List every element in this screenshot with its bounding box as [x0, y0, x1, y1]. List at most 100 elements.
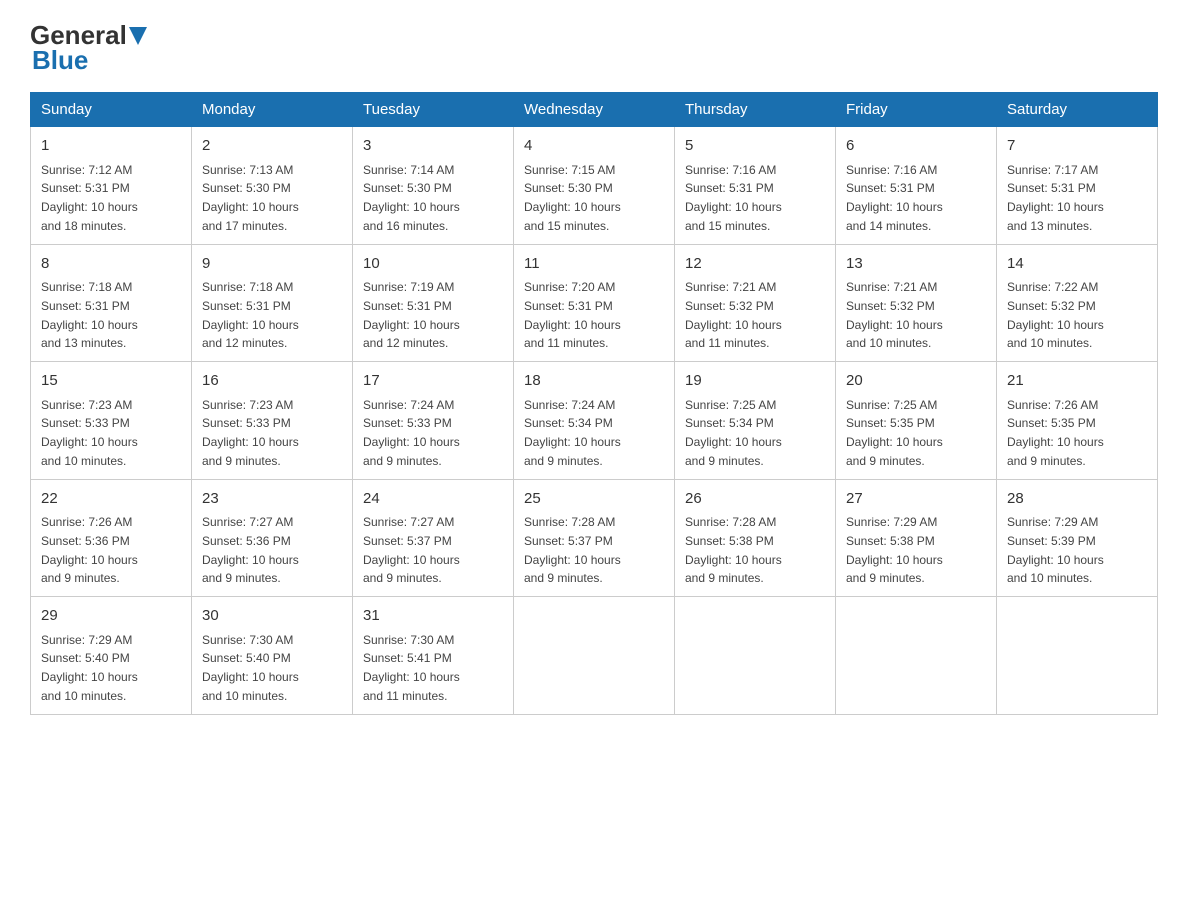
- calendar-day-cell: [514, 597, 675, 715]
- calendar-day-cell: 18 Sunrise: 7:24 AMSunset: 5:34 PMDaylig…: [514, 362, 675, 480]
- calendar-day-cell: 5 Sunrise: 7:16 AMSunset: 5:31 PMDayligh…: [675, 127, 836, 245]
- day-info: Sunrise: 7:24 AMSunset: 5:33 PMDaylight:…: [363, 398, 460, 468]
- day-info: Sunrise: 7:29 AMSunset: 5:38 PMDaylight:…: [846, 515, 943, 585]
- day-number: 28: [1007, 488, 1147, 511]
- day-info: Sunrise: 7:23 AMSunset: 5:33 PMDaylight:…: [41, 398, 138, 468]
- day-info: Sunrise: 7:21 AMSunset: 5:32 PMDaylight:…: [846, 280, 943, 350]
- day-number: 27: [846, 488, 986, 511]
- calendar-day-cell: 3 Sunrise: 7:14 AMSunset: 5:30 PMDayligh…: [353, 127, 514, 245]
- calendar-day-cell: 2 Sunrise: 7:13 AMSunset: 5:30 PMDayligh…: [192, 127, 353, 245]
- weekday-header-tuesday: Tuesday: [353, 93, 514, 127]
- calendar-day-cell: 20 Sunrise: 7:25 AMSunset: 5:35 PMDaylig…: [836, 362, 997, 480]
- calendar-day-cell: 25 Sunrise: 7:28 AMSunset: 5:37 PMDaylig…: [514, 479, 675, 597]
- day-number: 1: [41, 135, 181, 158]
- day-info: Sunrise: 7:26 AMSunset: 5:35 PMDaylight:…: [1007, 398, 1104, 468]
- day-info: Sunrise: 7:26 AMSunset: 5:36 PMDaylight:…: [41, 515, 138, 585]
- day-info: Sunrise: 7:22 AMSunset: 5:32 PMDaylight:…: [1007, 280, 1104, 350]
- day-number: 19: [685, 370, 825, 393]
- day-info: Sunrise: 7:23 AMSunset: 5:33 PMDaylight:…: [202, 398, 299, 468]
- day-info: Sunrise: 7:29 AMSunset: 5:40 PMDaylight:…: [41, 633, 138, 703]
- day-info: Sunrise: 7:27 AMSunset: 5:37 PMDaylight:…: [363, 515, 460, 585]
- day-number: 10: [363, 253, 503, 276]
- calendar-day-cell: [675, 597, 836, 715]
- weekday-header-row: SundayMondayTuesdayWednesdayThursdayFrid…: [31, 93, 1158, 127]
- day-info: Sunrise: 7:18 AMSunset: 5:31 PMDaylight:…: [41, 280, 138, 350]
- day-number: 20: [846, 370, 986, 393]
- day-number: 16: [202, 370, 342, 393]
- calendar-day-cell: 8 Sunrise: 7:18 AMSunset: 5:31 PMDayligh…: [31, 244, 192, 362]
- day-info: Sunrise: 7:18 AMSunset: 5:31 PMDaylight:…: [202, 280, 299, 350]
- calendar-week-row: 15 Sunrise: 7:23 AMSunset: 5:33 PMDaylig…: [31, 362, 1158, 480]
- logo-triangle-icon: [129, 27, 147, 45]
- calendar-day-cell: 13 Sunrise: 7:21 AMSunset: 5:32 PMDaylig…: [836, 244, 997, 362]
- calendar-week-row: 22 Sunrise: 7:26 AMSunset: 5:36 PMDaylig…: [31, 479, 1158, 597]
- day-info: Sunrise: 7:17 AMSunset: 5:31 PMDaylight:…: [1007, 163, 1104, 233]
- day-info: Sunrise: 7:27 AMSunset: 5:36 PMDaylight:…: [202, 515, 299, 585]
- calendar-day-cell: 11 Sunrise: 7:20 AMSunset: 5:31 PMDaylig…: [514, 244, 675, 362]
- day-info: Sunrise: 7:21 AMSunset: 5:32 PMDaylight:…: [685, 280, 782, 350]
- calendar-day-cell: 28 Sunrise: 7:29 AMSunset: 5:39 PMDaylig…: [997, 479, 1158, 597]
- day-info: Sunrise: 7:16 AMSunset: 5:31 PMDaylight:…: [846, 163, 943, 233]
- calendar-day-cell: 10 Sunrise: 7:19 AMSunset: 5:31 PMDaylig…: [353, 244, 514, 362]
- calendar-table: SundayMondayTuesdayWednesdayThursdayFrid…: [30, 92, 1158, 715]
- day-number: 6: [846, 135, 986, 158]
- day-info: Sunrise: 7:16 AMSunset: 5:31 PMDaylight:…: [685, 163, 782, 233]
- day-info: Sunrise: 7:30 AMSunset: 5:40 PMDaylight:…: [202, 633, 299, 703]
- calendar-day-cell: 29 Sunrise: 7:29 AMSunset: 5:40 PMDaylig…: [31, 597, 192, 715]
- day-number: 25: [524, 488, 664, 511]
- calendar-week-row: 29 Sunrise: 7:29 AMSunset: 5:40 PMDaylig…: [31, 597, 1158, 715]
- page-header: General Blue: [30, 20, 1158, 76]
- day-number: 18: [524, 370, 664, 393]
- calendar-day-cell: 16 Sunrise: 7:23 AMSunset: 5:33 PMDaylig…: [192, 362, 353, 480]
- calendar-day-cell: 17 Sunrise: 7:24 AMSunset: 5:33 PMDaylig…: [353, 362, 514, 480]
- calendar-day-cell: [836, 597, 997, 715]
- day-number: 9: [202, 253, 342, 276]
- calendar-day-cell: 9 Sunrise: 7:18 AMSunset: 5:31 PMDayligh…: [192, 244, 353, 362]
- calendar-day-cell: 4 Sunrise: 7:15 AMSunset: 5:30 PMDayligh…: [514, 127, 675, 245]
- calendar-day-cell: 22 Sunrise: 7:26 AMSunset: 5:36 PMDaylig…: [31, 479, 192, 597]
- calendar-day-cell: 26 Sunrise: 7:28 AMSunset: 5:38 PMDaylig…: [675, 479, 836, 597]
- day-info: Sunrise: 7:12 AMSunset: 5:31 PMDaylight:…: [41, 163, 138, 233]
- calendar-day-cell: 7 Sunrise: 7:17 AMSunset: 5:31 PMDayligh…: [997, 127, 1158, 245]
- calendar-day-cell: 6 Sunrise: 7:16 AMSunset: 5:31 PMDayligh…: [836, 127, 997, 245]
- day-number: 5: [685, 135, 825, 158]
- day-number: 12: [685, 253, 825, 276]
- weekday-header-thursday: Thursday: [675, 93, 836, 127]
- day-info: Sunrise: 7:25 AMSunset: 5:35 PMDaylight:…: [846, 398, 943, 468]
- day-info: Sunrise: 7:28 AMSunset: 5:38 PMDaylight:…: [685, 515, 782, 585]
- day-info: Sunrise: 7:25 AMSunset: 5:34 PMDaylight:…: [685, 398, 782, 468]
- day-number: 31: [363, 605, 503, 628]
- day-info: Sunrise: 7:15 AMSunset: 5:30 PMDaylight:…: [524, 163, 621, 233]
- day-number: 7: [1007, 135, 1147, 158]
- day-info: Sunrise: 7:29 AMSunset: 5:39 PMDaylight:…: [1007, 515, 1104, 585]
- calendar-day-cell: [997, 597, 1158, 715]
- day-number: 14: [1007, 253, 1147, 276]
- day-info: Sunrise: 7:14 AMSunset: 5:30 PMDaylight:…: [363, 163, 460, 233]
- day-number: 30: [202, 605, 342, 628]
- day-number: 23: [202, 488, 342, 511]
- logo: General Blue: [30, 20, 147, 76]
- calendar-day-cell: 19 Sunrise: 7:25 AMSunset: 5:34 PMDaylig…: [675, 362, 836, 480]
- weekday-header-wednesday: Wednesday: [514, 93, 675, 127]
- day-number: 29: [41, 605, 181, 628]
- weekday-header-friday: Friday: [836, 93, 997, 127]
- day-info: Sunrise: 7:20 AMSunset: 5:31 PMDaylight:…: [524, 280, 621, 350]
- calendar-day-cell: 21 Sunrise: 7:26 AMSunset: 5:35 PMDaylig…: [997, 362, 1158, 480]
- calendar-day-cell: 27 Sunrise: 7:29 AMSunset: 5:38 PMDaylig…: [836, 479, 997, 597]
- day-number: 2: [202, 135, 342, 158]
- day-number: 17: [363, 370, 503, 393]
- day-info: Sunrise: 7:30 AMSunset: 5:41 PMDaylight:…: [363, 633, 460, 703]
- calendar-day-cell: 24 Sunrise: 7:27 AMSunset: 5:37 PMDaylig…: [353, 479, 514, 597]
- calendar-day-cell: 15 Sunrise: 7:23 AMSunset: 5:33 PMDaylig…: [31, 362, 192, 480]
- day-number: 22: [41, 488, 181, 511]
- day-number: 8: [41, 253, 181, 276]
- calendar-day-cell: 31 Sunrise: 7:30 AMSunset: 5:41 PMDaylig…: [353, 597, 514, 715]
- day-number: 26: [685, 488, 825, 511]
- weekday-header-saturday: Saturday: [997, 93, 1158, 127]
- day-number: 3: [363, 135, 503, 158]
- logo-blue-text: Blue: [30, 45, 88, 76]
- day-number: 4: [524, 135, 664, 158]
- calendar-day-cell: 23 Sunrise: 7:27 AMSunset: 5:36 PMDaylig…: [192, 479, 353, 597]
- day-number: 15: [41, 370, 181, 393]
- calendar-day-cell: 1 Sunrise: 7:12 AMSunset: 5:31 PMDayligh…: [31, 127, 192, 245]
